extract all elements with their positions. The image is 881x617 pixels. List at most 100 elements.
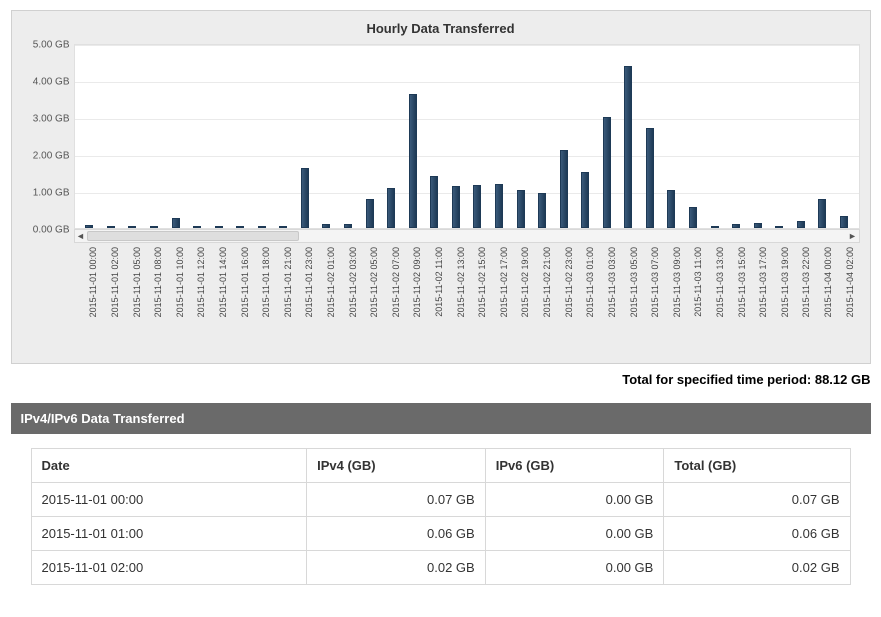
chart-panel: Hourly Data Transferred 0.00 GB1.00 GB2.…: [11, 10, 871, 364]
bar-slot: [100, 45, 122, 228]
x-label-slot: 2015-11-02 03:00: [337, 243, 359, 363]
x-label-slot: 2015-11-02 17:00: [488, 243, 510, 363]
chart-bar: [193, 226, 201, 228]
bar-slot: [208, 45, 230, 228]
x-tick-label: 2015-11-01 18:00: [261, 247, 271, 317]
chart-bar: [689, 207, 697, 228]
bar-slot: [618, 45, 640, 228]
y-tick-label: 2.00 GB: [20, 151, 70, 162]
scroll-left-arrow-icon[interactable]: ◄: [75, 231, 87, 241]
x-label-slot: 2015-11-04 00:00: [812, 243, 834, 363]
x-label-slot: 2015-11-03 09:00: [661, 243, 683, 363]
table-section-header: IPv4/IPv6 Data Transferred: [11, 403, 871, 434]
bar-slot: [143, 45, 165, 228]
x-tick-label: 2015-11-02 21:00: [542, 247, 552, 317]
chart-bar: [430, 176, 438, 228]
cell-ipv6: 0.00 GB: [485, 483, 664, 517]
cell-total: 0.07 GB: [664, 483, 850, 517]
x-label-slot: 2015-11-04 02:00: [834, 243, 856, 363]
bar-slot: [488, 45, 510, 228]
chart-bar: [840, 216, 848, 228]
x-tick-label: 2015-11-01 00:00: [88, 247, 98, 317]
x-tick-label: 2015-11-03 01:00: [585, 247, 595, 317]
chart-bar: [624, 66, 632, 228]
chart-bar: [732, 224, 740, 228]
x-label-slot: 2015-11-02 07:00: [380, 243, 402, 363]
x-tick-label: 2015-11-02 11:00: [434, 247, 444, 317]
x-label-slot: 2015-11-03 11:00: [683, 243, 705, 363]
scroll-track[interactable]: [87, 230, 847, 242]
bar-slot: [294, 45, 316, 228]
bar-slot: [682, 45, 704, 228]
bar-slot: [79, 45, 101, 228]
chart-bar: [452, 186, 460, 228]
bar-slot: [229, 45, 251, 228]
x-tick-label: 2015-11-01 05:00: [132, 247, 142, 317]
bar-slot: [790, 45, 812, 228]
x-tick-label: 2015-11-03 09:00: [672, 247, 682, 317]
x-label-slot: 2015-11-01 18:00: [250, 243, 272, 363]
y-tick-label: 3.00 GB: [20, 114, 70, 125]
bar-slot: [553, 45, 575, 228]
x-tick-label: 2015-11-03 05:00: [629, 247, 639, 317]
x-tick-label: 2015-11-02 19:00: [520, 247, 530, 317]
cell-ipv4: 0.02 GB: [307, 551, 486, 585]
chart-bar: [258, 226, 266, 228]
table-row: 2015-11-01 02:000.02 GB0.00 GB0.02 GB: [31, 551, 850, 585]
x-tick-label: 2015-11-03 11:00: [693, 247, 703, 317]
x-tick-label: 2015-11-03 13:00: [715, 247, 725, 317]
x-label-slot: 2015-11-03 05:00: [618, 243, 640, 363]
x-label-slot: 2015-11-01 14:00: [207, 243, 229, 363]
bar-slot: [639, 45, 661, 228]
chart-bar: [754, 223, 762, 228]
chart-bar: [236, 226, 244, 228]
chart-bar: [818, 199, 826, 228]
col-ipv4: IPv4 (GB): [307, 449, 486, 483]
x-tick-label: 2015-11-01 12:00: [196, 247, 206, 317]
chart-scrollbar[interactable]: ◄ ►: [74, 229, 860, 243]
x-tick-label: 2015-11-02 03:00: [348, 247, 358, 317]
bar-slot: [380, 45, 402, 228]
chart-bar: [473, 185, 481, 228]
x-tick-label: 2015-11-02 23:00: [564, 247, 574, 317]
table-row: 2015-11-01 00:000.07 GB0.00 GB0.07 GB: [31, 483, 850, 517]
x-tick-label: 2015-11-02 13:00: [456, 247, 466, 317]
x-tick-label: 2015-11-02 07:00: [391, 247, 401, 317]
col-date: Date: [31, 449, 307, 483]
x-label-slot: 2015-11-03 22:00: [791, 243, 813, 363]
cell-ipv4: 0.06 GB: [307, 517, 486, 551]
x-tick-label: 2015-11-01 08:00: [153, 247, 163, 317]
bar-slot: [186, 45, 208, 228]
chart-bar: [517, 190, 525, 228]
scroll-thumb[interactable]: [87, 231, 300, 241]
chart-bar: [322, 224, 330, 228]
chart-bar: [409, 94, 417, 228]
x-tick-label: 2015-11-01 21:00: [283, 247, 293, 317]
x-label-slot: 2015-11-03 19:00: [769, 243, 791, 363]
x-tick-label: 2015-11-01 14:00: [218, 247, 228, 317]
x-label-slot: 2015-11-01 02:00: [99, 243, 121, 363]
chart-bar: [387, 188, 395, 228]
table-header-row: Date IPv4 (GB) IPv6 (GB) Total (GB): [31, 449, 850, 483]
chart-bar: [85, 225, 93, 228]
bar-slot: [510, 45, 532, 228]
chart-bar: [711, 226, 719, 228]
x-tick-label: 2015-11-03 03:00: [607, 247, 617, 317]
x-label-slot: 2015-11-02 09:00: [402, 243, 424, 363]
bar-slot: [596, 45, 618, 228]
cell-date: 2015-11-01 01:00: [31, 517, 307, 551]
x-tick-label: 2015-11-03 17:00: [758, 247, 768, 317]
y-tick-label: 0.00 GB: [20, 225, 70, 236]
cell-total: 0.02 GB: [664, 551, 850, 585]
bar-slot: [812, 45, 834, 228]
x-tick-label: 2015-11-01 16:00: [240, 247, 250, 317]
chart-title: Hourly Data Transferred: [22, 21, 860, 36]
scroll-right-arrow-icon[interactable]: ►: [847, 231, 859, 241]
x-label-slot: 2015-11-01 12:00: [186, 243, 208, 363]
chart-bar: [603, 117, 611, 228]
bar-slot: [122, 45, 144, 228]
x-label-slot: 2015-11-01 08:00: [142, 243, 164, 363]
x-label-slot: 2015-11-02 15:00: [466, 243, 488, 363]
bar-slot: [316, 45, 338, 228]
x-tick-label: 2015-11-04 02:00: [845, 247, 855, 317]
